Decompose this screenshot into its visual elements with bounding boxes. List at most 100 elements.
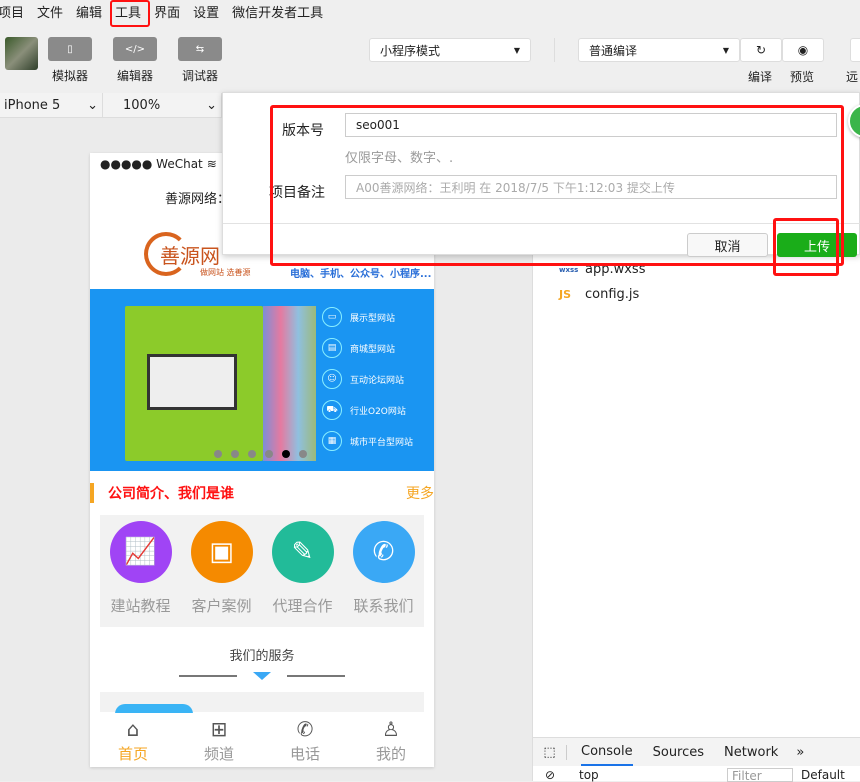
section-header: 公司简介、我们是谁 更多 bbox=[90, 471, 434, 515]
city-icon: ▦ bbox=[322, 431, 342, 451]
dropdown-icon: ▼ bbox=[513, 45, 520, 55]
more-link[interactable]: 更多 bbox=[406, 483, 434, 503]
presentation-icon: 📈 bbox=[109, 521, 172, 583]
quick-link-contact[interactable]: ✆ 联系我们 bbox=[345, 521, 423, 627]
logo-sub: 做网站 选善源 bbox=[200, 268, 251, 277]
dot-active[interactable] bbox=[282, 450, 290, 458]
zoom-select[interactable]: 100% ⌄ bbox=[103, 93, 222, 117]
context-select[interactable]: top bbox=[567, 768, 727, 782]
eye-icon: ◉ bbox=[797, 43, 809, 57]
tab-channel[interactable]: ⊞ 频道 bbox=[176, 717, 262, 767]
phone-icon: ▯ bbox=[67, 43, 73, 55]
devtools-tabs: ⬚ Console Sources Network » bbox=[533, 738, 860, 766]
dot[interactable] bbox=[214, 450, 222, 458]
wxss-icon: wxss bbox=[559, 265, 579, 274]
device-bar: iPhone 5 ⌄ 100% ⌄ bbox=[0, 93, 222, 118]
board-icon: ▣ bbox=[190, 521, 253, 583]
shop-icon: ▤ bbox=[322, 338, 342, 358]
divider bbox=[554, 38, 555, 62]
banner-layers bbox=[263, 306, 316, 461]
desk-icon: ✎ bbox=[271, 521, 334, 583]
menu-view[interactable]: 界面 bbox=[154, 2, 180, 21]
more-tabs-icon[interactable]: » bbox=[796, 745, 804, 760]
dot[interactable] bbox=[231, 450, 239, 458]
zoom-value: 100% bbox=[123, 97, 161, 113]
file-config-js[interactable]: JS config.js bbox=[559, 287, 639, 302]
compile-label: 编译 bbox=[748, 70, 773, 84]
mode-select[interactable]: 小程序模式 ▼ bbox=[369, 38, 531, 62]
compile-select-value: 普通编译 bbox=[589, 43, 638, 58]
wifi-icon: ≋ bbox=[206, 157, 217, 171]
compile-select[interactable]: 普通编译 ▼ bbox=[578, 38, 740, 62]
editor-button[interactable]: </> bbox=[113, 37, 157, 61]
compile-button[interactable]: ↻ bbox=[740, 38, 782, 62]
console-toolbar: ⊘ top Filter Default bbox=[533, 768, 860, 782]
remote-debug-button[interactable] bbox=[850, 38, 860, 62]
quick-links: 📈 建站教程 ▣ 客户案例 ✎ 代理合作 ✆ 联系我们 bbox=[100, 515, 424, 627]
levels-select[interactable]: Default bbox=[801, 768, 845, 782]
editor-label: 编辑器 bbox=[116, 69, 153, 83]
logo-text: 善源网 bbox=[160, 243, 220, 268]
code-icon: </> bbox=[124, 43, 146, 55]
device-select[interactable]: iPhone 5 ⌄ bbox=[0, 93, 103, 117]
clear-console-icon[interactable]: ⊘ bbox=[533, 768, 567, 782]
menu-project[interactable]: 项目 bbox=[0, 2, 24, 21]
js-icon: JS bbox=[559, 288, 572, 301]
section-marker bbox=[90, 483, 94, 503]
monitor-icon: ▭ bbox=[322, 307, 342, 327]
menu-file[interactable]: 文件 bbox=[37, 2, 63, 21]
section-title: 公司简介、我们是谁 bbox=[108, 486, 234, 502]
banner-carousel[interactable]: ▭ 展示型网站 ▤ 商城型网站 ☺ 互动论坛网站 ⛟ 行业O2O网站 ▦ 城市平台型网站 bbox=[90, 289, 434, 471]
user-avatar[interactable] bbox=[5, 37, 38, 70]
quick-link-agency[interactable]: ✎ 代理合作 bbox=[264, 521, 342, 627]
cart-icon: ⛟ bbox=[322, 400, 342, 420]
tab-console[interactable]: Console bbox=[581, 739, 633, 766]
services-title: 我们的服务 bbox=[229, 649, 295, 664]
remote-label: 远 bbox=[846, 70, 859, 84]
dot[interactable] bbox=[248, 450, 256, 458]
tab-sources[interactable]: Sources bbox=[653, 745, 704, 760]
filter-input[interactable]: Filter bbox=[727, 768, 793, 782]
simulator-button[interactable]: ▯ bbox=[48, 37, 92, 61]
dropdown-icon: ▼ bbox=[722, 45, 729, 55]
highlight-dialog-form bbox=[270, 105, 844, 266]
highlight-tools-menu bbox=[110, 0, 150, 27]
chevron-down-icon: ⌄ bbox=[206, 97, 217, 113]
dot[interactable] bbox=[299, 450, 307, 458]
inspect-icon[interactable]: ⬚ bbox=[533, 744, 567, 760]
banner-item: ▤ 商城型网站 bbox=[322, 338, 413, 358]
phone-call-icon: ✆ bbox=[352, 521, 415, 583]
debugger-button[interactable]: ⇆ bbox=[178, 37, 222, 61]
banner-item: ▦ 城市平台型网站 bbox=[322, 431, 413, 451]
menu-edit[interactable]: 编辑 bbox=[76, 2, 102, 21]
quick-link-cases[interactable]: ▣ 客户案例 bbox=[183, 521, 261, 627]
banner-image bbox=[125, 306, 263, 461]
tab-bar: ⌂ 首页 ⊞ 频道 ✆ 电话 ♙ 我的 bbox=[90, 713, 434, 767]
carrier: ●●●●● WeChat bbox=[100, 157, 203, 171]
preview-button[interactable]: ◉ bbox=[782, 38, 824, 62]
banner-item: ☺ 互动论坛网站 bbox=[322, 369, 413, 389]
tab-home[interactable]: ⌂ 首页 bbox=[90, 717, 176, 767]
refresh-icon: ↻ bbox=[755, 43, 767, 57]
device-model: iPhone 5 bbox=[4, 97, 61, 113]
dot[interactable] bbox=[265, 450, 273, 458]
phone-icon: ✆ bbox=[296, 717, 314, 741]
debugger-label: 调试器 bbox=[181, 69, 218, 83]
mode-select-value: 小程序模式 bbox=[380, 43, 441, 58]
tab-mine[interactable]: ♙ 我的 bbox=[348, 717, 434, 767]
quick-link-tutorial[interactable]: 📈 建站教程 bbox=[102, 521, 180, 627]
carousel-dots bbox=[214, 450, 307, 458]
menu-wechat-devtools[interactable]: 微信开发者工具 bbox=[232, 2, 323, 21]
grid-icon: ⊞ bbox=[210, 717, 228, 741]
tab-network[interactable]: Network bbox=[724, 745, 778, 760]
laptop-illustration bbox=[147, 354, 237, 410]
banner-item: ▭ 展示型网站 bbox=[322, 307, 413, 327]
banner-item: ⛟ 行业O2O网站 bbox=[322, 400, 413, 420]
menu-settings[interactable]: 设置 bbox=[193, 2, 219, 21]
highlight-upload-button bbox=[773, 218, 839, 276]
user-icon: ♙ bbox=[382, 717, 400, 741]
tab-phone[interactable]: ✆ 电话 bbox=[262, 717, 348, 767]
banner-list: ▭ 展示型网站 ▤ 商城型网站 ☺ 互动论坛网站 ⛟ 行业O2O网站 ▦ 城市平台型网站 bbox=[322, 307, 413, 462]
sliders-icon: ⇆ bbox=[195, 43, 205, 55]
preview-label: 预览 bbox=[790, 70, 815, 84]
